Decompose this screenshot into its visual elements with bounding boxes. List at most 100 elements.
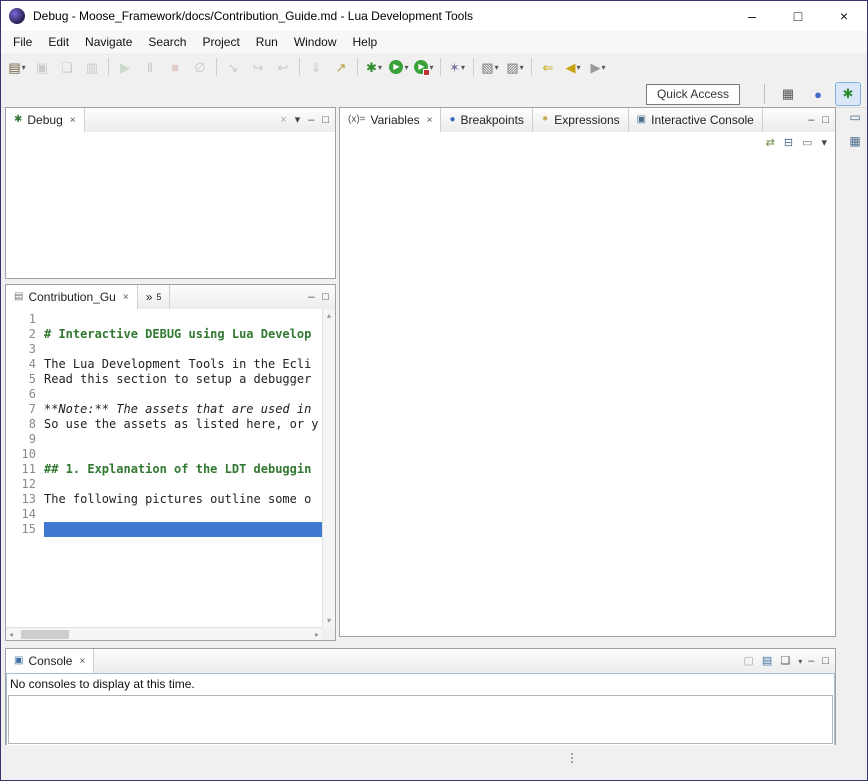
debug-perspective-button[interactable]: ✱: [835, 82, 861, 106]
tab-breakpoints[interactable]: ●Breakpoints: [441, 108, 532, 132]
line-text[interactable]: [44, 447, 322, 462]
console-view-controls: – □: [808, 649, 835, 673]
maximize-view-button[interactable]: □: [322, 115, 329, 126]
view-menu-button[interactable]: ▾: [295, 115, 301, 126]
tab-debug[interactable]: ✱ Debug ×: [6, 108, 85, 132]
open-console-button[interactable]: ❏: [780, 656, 790, 667]
minimize-view-button[interactable]: –: [808, 656, 814, 667]
pin-console-button[interactable]: ▢: [744, 656, 754, 667]
save-button[interactable]: ▣: [30, 56, 54, 78]
line-text[interactable]: [44, 522, 322, 537]
remove-all-terminated-button[interactable]: ×: [280, 115, 286, 126]
minimize-view-button[interactable]: –: [808, 115, 814, 126]
minimize-button[interactable]: –: [729, 1, 775, 31]
editor-text-area[interactable]: 12# Interactive DEBUG using Lua Develop3…: [6, 309, 322, 627]
trim-drag-handle[interactable]: [571, 751, 573, 765]
line-text[interactable]: [44, 387, 322, 402]
save-all-button[interactable]: ❏: [55, 56, 79, 78]
scrollbar-thumb[interactable]: [21, 630, 69, 639]
close-icon[interactable]: ×: [123, 292, 129, 303]
run-button[interactable]: ▶▾: [387, 56, 411, 78]
open-search-button[interactable]: ✶▾: [445, 56, 469, 78]
line-text[interactable]: [44, 342, 322, 357]
maximize-view-button[interactable]: □: [322, 292, 329, 303]
scroll-left-icon[interactable]: ◂: [9, 630, 13, 639]
open-perspective-button[interactable]: ▦: [775, 82, 801, 106]
back-button[interactable]: ◀▾: [561, 56, 585, 78]
step-over-button[interactable]: ↪: [246, 56, 270, 78]
menu-window[interactable]: Window: [286, 32, 345, 52]
menu-navigate[interactable]: Navigate: [77, 32, 140, 52]
line-text[interactable]: Read this section to setup a debugger: [44, 372, 322, 387]
menu-help[interactable]: Help: [345, 32, 386, 52]
step-into-button[interactable]: ↘: [221, 56, 245, 78]
line-text[interactable]: [44, 432, 322, 447]
new-wizard-button[interactable]: ▤▾: [5, 56, 29, 78]
resume-button[interactable]: ▶: [113, 56, 137, 78]
close-icon[interactable]: ×: [70, 115, 76, 126]
show-logical-structures-button[interactable]: ⊟: [784, 138, 793, 149]
close-icon[interactable]: ×: [79, 656, 85, 667]
show-type-names-button[interactable]: ⇄: [766, 138, 775, 149]
drop-to-frame-button[interactable]: ⇓: [304, 56, 328, 78]
collapse-all-button[interactable]: ▭: [802, 138, 812, 149]
editor-horizontal-scrollbar[interactable]: ◂ ▸: [6, 627, 322, 640]
menu-search[interactable]: Search: [140, 32, 194, 52]
close-icon[interactable]: ×: [427, 115, 433, 126]
forward-button[interactable]: ▶▾: [586, 56, 610, 78]
line-number: 9: [6, 432, 44, 447]
line-text[interactable]: [44, 477, 322, 492]
quick-access-box[interactable]: Quick Access: [646, 84, 740, 105]
lua-perspective-button[interactable]: ●: [805, 82, 831, 106]
menu-edit[interactable]: Edit: [40, 32, 77, 52]
display-selected-console-button[interactable]: ▤: [762, 656, 772, 667]
tab-label: Contribution_Gu: [28, 290, 115, 304]
line-text[interactable]: **Note:** The assets that are used in: [44, 402, 322, 417]
tabbar-spacer: [85, 108, 281, 132]
line-text[interactable]: The following pictures outline some o: [44, 492, 322, 507]
suspend-button[interactable]: Ⅱ: [138, 56, 162, 78]
view-menu-button[interactable]: ▾: [821, 138, 827, 149]
scroll-right-icon[interactable]: ▸: [315, 630, 319, 639]
last-edit-location-button[interactable]: ⇐: [536, 56, 560, 78]
scroll-up-icon[interactable]: ▴: [327, 311, 331, 320]
line-number: 10: [6, 447, 44, 462]
new-lua-wizard-button[interactable]: ▧▾: [478, 56, 502, 78]
open-resource-button[interactable]: ▨▾: [503, 56, 527, 78]
scroll-down-icon[interactable]: ▾: [327, 616, 331, 625]
line-text[interactable]: # Interactive DEBUG using Lua Develop: [44, 327, 322, 342]
line-text[interactable]: So use the assets as listed here, or y: [44, 417, 322, 432]
tab-expressions[interactable]: ✶Expressions: [533, 108, 629, 132]
maximize-view-button[interactable]: □: [822, 656, 829, 667]
close-button[interactable]: ×: [821, 1, 867, 31]
restore-minimized-view-button[interactable]: ▭: [849, 110, 860, 124]
hidden-editors-count: 5: [156, 292, 161, 302]
maximize-button[interactable]: □: [775, 1, 821, 31]
line-text[interactable]: The Lua Development Tools in the Ecli: [44, 357, 322, 372]
minimize-view-button[interactable]: –: [308, 115, 314, 126]
expressions-icon: ✶: [541, 115, 549, 125]
tab-variables[interactable]: (x)=Variables×: [340, 108, 441, 132]
editor-stack-overflow-tab[interactable]: »5: [138, 285, 171, 309]
line-text[interactable]: [44, 312, 322, 327]
line-text[interactable]: ## 1. Explanation of the LDT debuggin: [44, 462, 322, 477]
tab-console[interactable]: ▣ Console ×: [6, 649, 94, 673]
external-tools-button[interactable]: ▶▾: [412, 56, 436, 78]
print-button[interactable]: ▥: [80, 56, 104, 78]
minimize-view-button[interactable]: –: [308, 292, 314, 303]
minimized-view-list-button[interactable]: ▦: [849, 134, 860, 148]
terminate-button[interactable]: ■: [163, 56, 187, 78]
disconnect-button[interactable]: ∅: [188, 56, 212, 78]
maximize-view-button[interactable]: □: [822, 115, 829, 126]
debug-button[interactable]: ✱▾: [362, 56, 386, 78]
menu-project[interactable]: Project: [194, 32, 247, 52]
console-view-body: No consoles to display at this time.: [6, 673, 835, 746]
line-text[interactable]: [44, 507, 322, 522]
step-return-button[interactable]: ↩: [271, 56, 295, 78]
tab-interactive-console[interactable]: ▣Interactive Console: [629, 108, 763, 132]
editor-vertical-scrollbar[interactable]: ▴ ▾: [322, 309, 335, 627]
menu-run[interactable]: Run: [248, 32, 286, 52]
use-step-filters-button[interactable]: ↗: [329, 56, 353, 78]
tab-contribution-guide[interactable]: ▤ Contribution_Gu ×: [6, 285, 138, 309]
menu-file[interactable]: File: [5, 32, 40, 52]
